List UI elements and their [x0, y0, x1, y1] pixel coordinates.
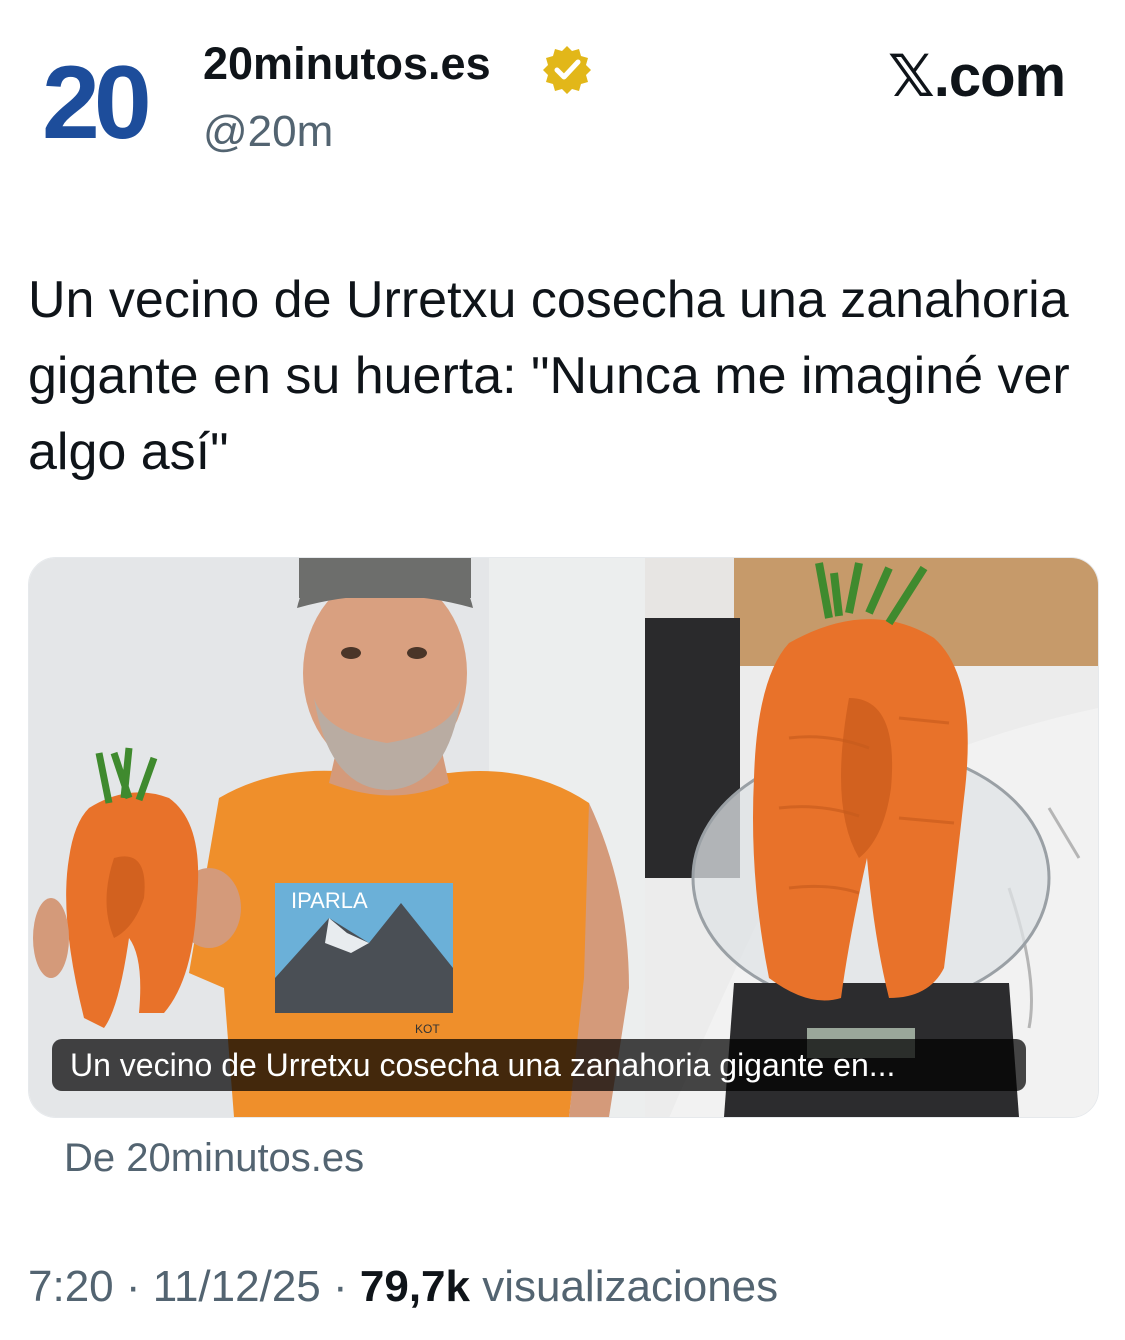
x-com-brand: 𝕏.com [888, 42, 1066, 110]
account-logo[interactable]: 20 [42, 45, 164, 161]
20minutos-logo-icon: 20 [42, 45, 154, 161]
svg-text:IPARLA: IPARLA [291, 888, 368, 913]
meta-separator: · [320, 1262, 360, 1311]
views-label: visualizaciones [482, 1262, 779, 1311]
tweet-date[interactable]: 11/12/25 [153, 1262, 321, 1311]
x-com-suffix: .com [933, 44, 1066, 109]
article-image: IPARLA KOT [29, 558, 1098, 1117]
account-display-name[interactable]: 20minutos.es [203, 38, 491, 90]
link-card[interactable]: IPARLA KOT [28, 557, 1099, 1118]
svg-text:KOT: KOT [415, 1022, 440, 1036]
views-count: 79,7k [359, 1262, 470, 1311]
account-handle[interactable]: @20m [203, 107, 333, 157]
tweet-text: Un vecino de Urretxu cosecha una zanahor… [28, 271, 1070, 481]
tweet-time[interactable]: 7:20 [28, 1262, 114, 1311]
x-logo-icon: 𝕏 [888, 42, 935, 110]
meta-separator: · [113, 1262, 153, 1311]
verified-badge-icon [542, 44, 592, 94]
image-caption: Un vecino de Urretxu cosecha una zanahor… [52, 1039, 1026, 1091]
tweet-meta: 7:20 · 11/12/25 · 79,7k visualizaciones [28, 1262, 778, 1312]
svg-text:20: 20 [42, 52, 148, 148]
card-source[interactable]: De 20minutos.es [64, 1136, 364, 1181]
